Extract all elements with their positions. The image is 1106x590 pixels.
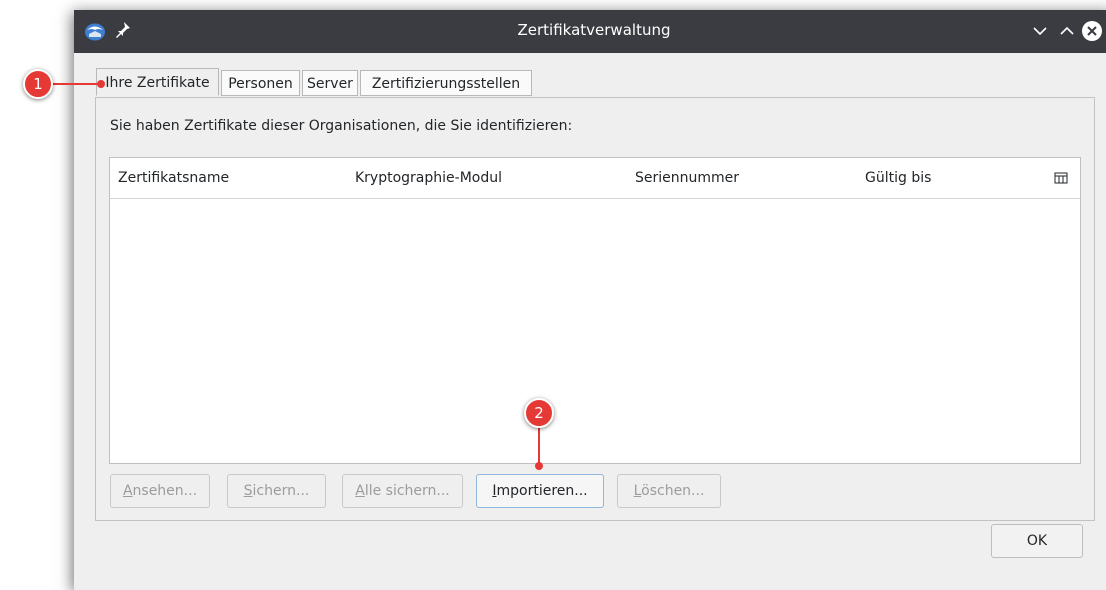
chevron-down-icon[interactable] bbox=[1028, 19, 1052, 43]
table-header: Zertifikatsname Kryptographie-Modul Seri… bbox=[110, 158, 1080, 199]
certificate-table[interactable]: Zertifikatsname Kryptographie-Modul Seri… bbox=[109, 157, 1081, 464]
backup-all-button[interactable]: Alle sichern... bbox=[342, 474, 463, 508]
column-header-name[interactable]: Zertifikatsname bbox=[118, 170, 229, 186]
column-header-serial[interactable]: Seriennummer bbox=[635, 170, 739, 186]
backup-button[interactable]: Sichern... bbox=[227, 474, 326, 508]
callout-connector-1 bbox=[50, 83, 98, 85]
tab-personen[interactable]: Personen bbox=[221, 70, 300, 96]
tab-panel: Sie haben Zertifikate dieser Organisatio… bbox=[95, 97, 1095, 521]
column-header-module[interactable]: Kryptographie-Modul bbox=[355, 170, 502, 186]
chevron-up-icon[interactable] bbox=[1055, 19, 1079, 43]
callout-badge-1: 1 bbox=[23, 69, 53, 99]
panel-description: Sie haben Zertifikate dieser Organisatio… bbox=[110, 118, 573, 134]
title-bar: Zertifikatverwaltung bbox=[74, 10, 1106, 53]
window-title: Zertifikatverwaltung bbox=[517, 21, 671, 39]
certificate-manager-window: Zertifikatverwaltung Ihre Zertifikate Pe… bbox=[74, 10, 1106, 590]
tab-zertifizierungsstellen[interactable]: Zertifizierungsstellen bbox=[360, 70, 532, 96]
tab-server[interactable]: Server bbox=[302, 70, 358, 96]
import-button[interactable]: Importieren... bbox=[476, 474, 604, 508]
callout-connector-2 bbox=[538, 426, 540, 466]
ok-button[interactable]: OK bbox=[991, 524, 1083, 558]
delete-button[interactable]: Löschen... bbox=[617, 474, 721, 508]
callout-pointer-2 bbox=[535, 462, 543, 470]
view-button[interactable]: Ansehen... bbox=[110, 474, 210, 508]
callout-badge-2: 2 bbox=[524, 398, 554, 428]
column-header-valid-until[interactable]: Gültig bis bbox=[865, 170, 931, 186]
tab-ihre-zertifikate[interactable]: Ihre Zertifikate bbox=[96, 68, 219, 96]
column-picker-icon[interactable] bbox=[1054, 171, 1068, 185]
callout-pointer-1 bbox=[97, 80, 105, 88]
close-icon[interactable] bbox=[1080, 19, 1104, 43]
